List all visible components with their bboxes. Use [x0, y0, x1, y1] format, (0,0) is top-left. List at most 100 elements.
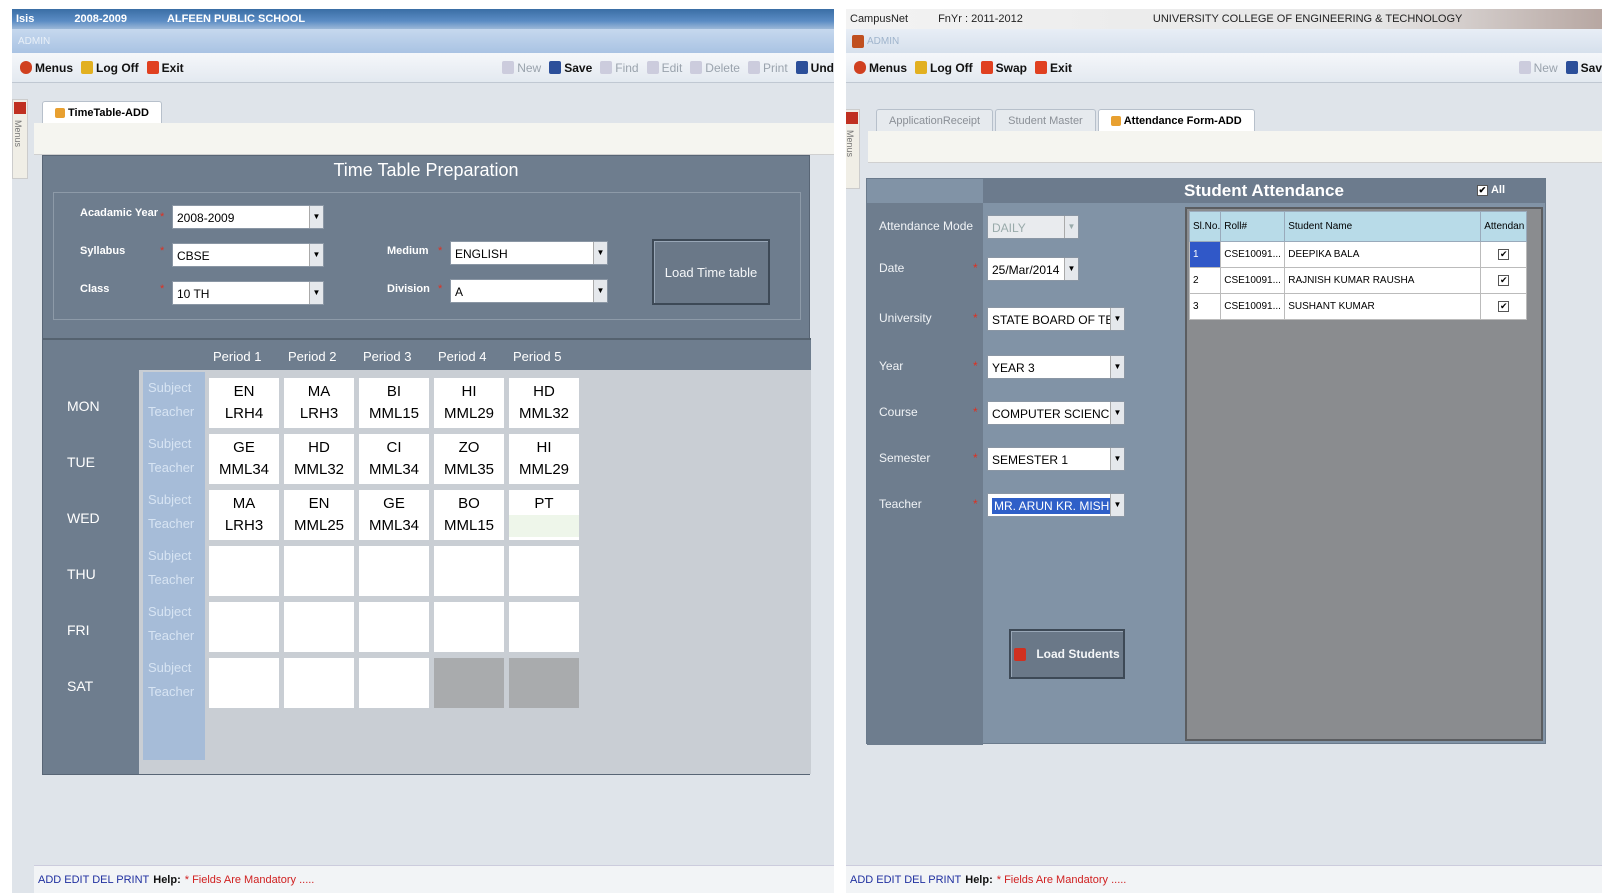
- teacher-code: MML29: [518, 461, 570, 478]
- attendance-checkbox[interactable]: ✔: [1498, 301, 1510, 312]
- tab-student-master[interactable]: Student Master: [995, 109, 1096, 131]
- timetable-cell[interactable]: [509, 546, 579, 596]
- column-header[interactable]: Roll#: [1220, 211, 1286, 242]
- logoff-button[interactable]: Log Off: [915, 61, 973, 75]
- timetable-cell[interactable]: MA LRH3: [284, 378, 354, 428]
- exit-icon: [1035, 61, 1048, 74]
- undo-button[interactable]: Und: [795, 61, 834, 75]
- timetable-cell[interactable]: HI MML29: [509, 434, 579, 484]
- save-button[interactable]: Sav: [1565, 61, 1602, 75]
- day-label: MON: [67, 398, 100, 414]
- timetable-cell[interactable]: [284, 658, 354, 708]
- menus-button[interactable]: Menus: [854, 61, 907, 75]
- timetable-cell[interactable]: [209, 602, 279, 652]
- timetable-cell[interactable]: GE MML34: [209, 434, 279, 484]
- attendance-cell[interactable]: ✔: [1480, 241, 1528, 268]
- exit-button[interactable]: Exit: [1035, 61, 1072, 75]
- field-select[interactable]: 25/Mar/2014 ▼: [987, 257, 1079, 281]
- new-button[interactable]: New: [1518, 61, 1558, 75]
- attendance-window: CampusNet FnYr : 2011-2012 UNIVERSITY CO…: [846, 9, 1602, 893]
- exit-button[interactable]: Exit: [146, 61, 184, 75]
- timetable-cell[interactable]: [359, 546, 429, 596]
- table-row[interactable]: 3 CSE10091... SUSHANT KUMAR ✔: [1188, 293, 1528, 320]
- tab-application-receipt[interactable]: ApplicationReceipt: [876, 109, 994, 131]
- timetable-cell[interactable]: ZO MML35: [434, 434, 504, 484]
- chevron-down-icon: ▼: [309, 244, 323, 266]
- timetable-cell[interactable]: GE MML34: [359, 490, 429, 540]
- edit-button[interactable]: Edit: [646, 61, 682, 75]
- field-select[interactable]: DAILY ▼: [987, 215, 1079, 239]
- save-button[interactable]: Save: [549, 61, 592, 75]
- timetable-cell[interactable]: [434, 658, 504, 708]
- attendance-checkbox[interactable]: ✔: [1498, 249, 1510, 260]
- status-links[interactable]: ADD EDIT DEL PRINT: [38, 874, 149, 886]
- table-row[interactable]: 2 CSE10091... RAJNISH KUMAR RAUSHA ✔: [1188, 267, 1528, 294]
- table-row[interactable]: 1 CSE10091... DEEPIKA BALA ✔: [1188, 241, 1528, 268]
- field-select[interactable]: SEMESTER 1 ▼: [987, 447, 1125, 471]
- print-icon: [747, 61, 760, 74]
- menus-button[interactable]: Menus: [20, 61, 73, 75]
- app-name: CampusNet: [850, 13, 909, 25]
- attendance-cell[interactable]: ✔: [1480, 267, 1528, 294]
- timetable-cell[interactable]: EN MML25: [284, 490, 354, 540]
- help-label: Help:: [153, 873, 181, 886]
- timetable-cell[interactable]: [209, 546, 279, 596]
- timetable-cell[interactable]: [509, 658, 579, 708]
- subject-code: EN: [233, 383, 255, 400]
- field-select[interactable]: COMPUTER SCIENCE AN ▼: [987, 401, 1125, 425]
- subject-row-label: Subject: [148, 548, 192, 563]
- timetable-cell[interactable]: PT: [509, 490, 579, 540]
- swap-button[interactable]: Swap: [980, 61, 1027, 75]
- timetable-cell[interactable]: HI MML29: [434, 378, 504, 428]
- menus-side-grip[interactable]: Menus: [12, 99, 28, 179]
- field-label: Attendance Mode: [879, 219, 974, 233]
- timetable-cell[interactable]: BI MML15: [359, 378, 429, 428]
- tab-timetable-add[interactable]: TimeTable-ADD: [42, 101, 162, 123]
- tab-attendance-form-add[interactable]: Attendance Form-ADD: [1097, 109, 1255, 131]
- timetable-cell[interactable]: EN LRH4: [209, 378, 279, 428]
- class-select[interactable]: 10 TH ▼: [172, 281, 324, 305]
- syllabus-select[interactable]: CBSE ▼: [172, 243, 324, 267]
- timetable-cell[interactable]: [284, 602, 354, 652]
- timetable-cell[interactable]: BO MML15: [434, 490, 504, 540]
- timetable-cell[interactable]: [359, 602, 429, 652]
- menus-side-grip[interactable]: Menus: [846, 109, 860, 189]
- column-header[interactable]: Attendan: [1480, 211, 1528, 242]
- column-header[interactable]: Sl.No.: [1188, 211, 1222, 242]
- logoff-button[interactable]: Log Off: [81, 61, 139, 75]
- timetable-cell[interactable]: MA LRH3: [209, 490, 279, 540]
- division-label: Division: [387, 283, 430, 295]
- attendance-checkbox[interactable]: ✔: [1498, 275, 1510, 286]
- medium-select[interactable]: ENGLISH ▼: [450, 241, 608, 265]
- print-button[interactable]: Print: [747, 61, 788, 75]
- timetable-cell[interactable]: [209, 658, 279, 708]
- day-column: MON TUE WED THU FRI SAT: [43, 370, 139, 774]
- timetable-cell[interactable]: [284, 546, 354, 596]
- timetable-window: Isis 2008-2009 ALFEEN PUBLIC SCHOOL ADMI…: [12, 9, 834, 893]
- load-timetable-button[interactable]: Load Time table: [652, 239, 770, 305]
- timetable-cell[interactable]: [434, 602, 504, 652]
- form-title: Time Table Preparation: [333, 160, 519, 180]
- field-label: Course: [879, 405, 918, 419]
- timetable-cell[interactable]: HD MML32: [284, 434, 354, 484]
- new-button[interactable]: New: [502, 61, 541, 75]
- timetable-cell[interactable]: CI MML34: [359, 434, 429, 484]
- timetable-cell[interactable]: [359, 658, 429, 708]
- academic-year-select[interactable]: 2008-2009 ▼: [172, 205, 324, 229]
- column-header[interactable]: Student Name: [1284, 211, 1482, 242]
- timetable-cell[interactable]: HD MML32: [509, 378, 579, 428]
- division-select[interactable]: A ▼: [450, 279, 608, 303]
- field-select[interactable]: STATE BOARD OF TECH ▼: [987, 307, 1125, 331]
- table-cell: 2: [1188, 267, 1222, 294]
- delete-button[interactable]: Delete: [690, 61, 740, 75]
- load-students-button[interactable]: Load Students: [1009, 629, 1125, 679]
- field-select[interactable]: YEAR 3 ▼: [987, 355, 1125, 379]
- field-select[interactable]: MR. ARUN KR. MISHRA ▼: [987, 493, 1125, 517]
- status-links[interactable]: ADD EDIT DEL PRINT: [850, 874, 961, 886]
- select-all-checkbox[interactable]: ✔ All: [1476, 184, 1505, 196]
- attendance-cell[interactable]: ✔: [1480, 293, 1528, 320]
- field-label: Date: [879, 261, 905, 275]
- timetable-cell[interactable]: [434, 546, 504, 596]
- find-button[interactable]: Find: [600, 61, 639, 75]
- timetable-cell[interactable]: [509, 602, 579, 652]
